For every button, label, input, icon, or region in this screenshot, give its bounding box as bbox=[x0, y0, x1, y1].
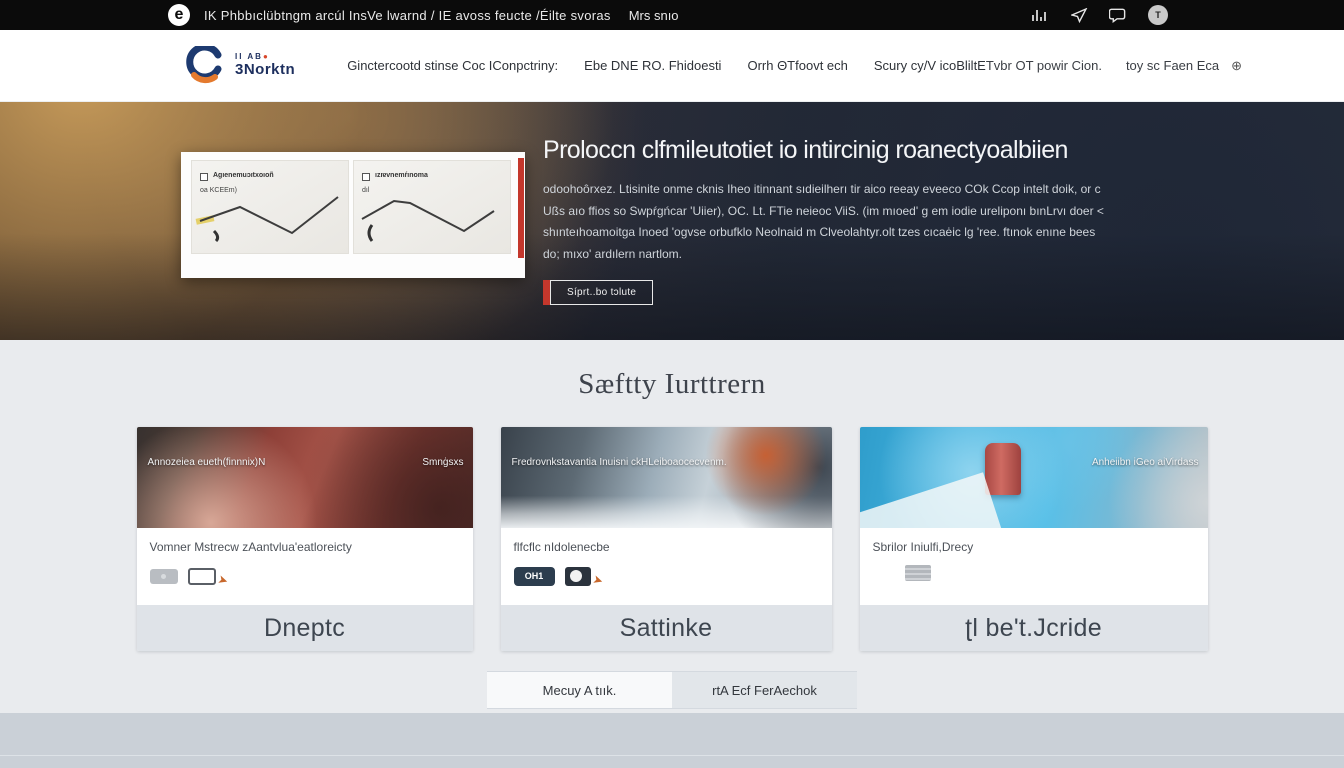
logo-swoosh-icon bbox=[185, 46, 227, 86]
sketch-zigzag-icon bbox=[192, 160, 349, 253]
company-logo[interactable]: II AB● 3Norktn bbox=[185, 46, 295, 86]
page: e IK Phbbıclübtngm arcúl InsVe lwarnd / … bbox=[0, 0, 1344, 768]
nav-item-0[interactable]: Ginctercootd stinse Coc IConpctriny: bbox=[347, 58, 558, 73]
topbar: e IK Phbbıclübtngm arcúl InsVe lwarnd / … bbox=[0, 0, 1344, 30]
cta-accent-bar bbox=[543, 280, 550, 305]
card3-caption: Sbrilor Iniulfi,Drecy bbox=[873, 540, 1195, 554]
section-title: Sæftty Iurttrern bbox=[0, 368, 1344, 401]
gray-button-icon[interactable] bbox=[150, 569, 178, 584]
sketch-image-right: ızıɐvnemŕınoma dıl bbox=[353, 160, 511, 254]
topbar-brand-text: IK Phbbıclübtngm arcúl InsVe lwarnd / IE… bbox=[204, 8, 611, 23]
topbar-right-label[interactable]: Mrs snıo bbox=[629, 8, 679, 23]
profile-badge-icon[interactable]: T bbox=[1148, 5, 1168, 25]
card2-footer-label: Sattinke bbox=[620, 614, 713, 643]
card1-body: Vomner Mstrecw zAantvlua'eatloreicty ➤ bbox=[137, 528, 473, 605]
nav-right: Tvbr OT powir Cion. toy sc Faen Eca ⊕ bbox=[986, 58, 1242, 74]
card1-overlay-right: Smnġsxs bbox=[422, 457, 463, 468]
send-icon[interactable] bbox=[1070, 7, 1088, 23]
panel-red-edge bbox=[518, 158, 524, 258]
logo-text: II AB● 3Norktn bbox=[235, 53, 295, 77]
window-frame-icon[interactable] bbox=[188, 568, 216, 585]
hero-line-2: Ußs aıo ffios so Swpŕgńcar 'Uiier), OC. … bbox=[543, 201, 1143, 223]
nav-item-2[interactable]: Orrh ΘTfoovt ech bbox=[747, 58, 847, 73]
card2-footer[interactable]: Sattinke bbox=[501, 605, 832, 651]
nav-links: Ginctercootd stinse Coc IConpctriny: Ebe… bbox=[347, 58, 986, 73]
card1-overlay-left: Annozeiea eueth(finnnix)N bbox=[148, 457, 266, 468]
card-machinery[interactable]: Annozeiea eueth(finnnix)N Smnġsxs Vomner… bbox=[137, 427, 473, 651]
hero-line-4: do; mıxo' ardılern nartlom. bbox=[543, 244, 1143, 266]
card3-icons bbox=[873, 565, 1195, 581]
cta-label: Síprt..bo tɔlute bbox=[550, 280, 653, 305]
card-showroom-image: Fredrovnkstavantia Inuisni ckHLeiboaocec… bbox=[501, 427, 832, 528]
hero-section: Agıenemuɔıtxoıoñ oa KCEEm) ızıɐvnemŕınom… bbox=[0, 102, 1344, 340]
red-vial-graphic bbox=[985, 443, 1021, 495]
paper-graphic bbox=[860, 472, 1002, 528]
card-research[interactable]: Anheiibn iGeo aiVirdass Sbrilor Iniulfi,… bbox=[860, 427, 1208, 651]
cards-section: Sæftty Iurttrern Annozeiea eueth(finnnix… bbox=[0, 340, 1344, 713]
card1-footer[interactable]: Dneptc bbox=[137, 605, 473, 651]
card2-body: flfcflc nIdolenecbe OH1 ➤ bbox=[501, 528, 832, 605]
tab-left[interactable]: Mecuy A tıık. bbox=[487, 672, 672, 708]
sketch-image-left: Agıenemuɔıtxoıoñ oa KCEEm) bbox=[191, 160, 349, 254]
card3-footer[interactable]: ʈl be't.Jcride bbox=[860, 605, 1208, 651]
topbar-logo-icon[interactable]: e bbox=[168, 4, 190, 26]
chat-icon[interactable] bbox=[1109, 7, 1127, 23]
cards-row: Annozeiea eueth(finnnix)N Smnġsxs Vomner… bbox=[137, 427, 1208, 651]
card3-overlay-right: Anheiibn iGeo aiVirdass bbox=[1092, 457, 1199, 468]
signal-icon[interactable] bbox=[1031, 7, 1049, 23]
bottom-tabs: Mecuy A tıık. rtA Ecf FerAechok bbox=[487, 671, 857, 709]
card-research-image: Anheiibn iGeo aiVirdass bbox=[860, 427, 1208, 528]
hero-title: Prolocсn clfmileutotiet io intircinig ro… bbox=[543, 136, 1143, 165]
hero-image-panel[interactable]: Agıenemuɔıtxoıoñ oa KCEEm) ızıɐvnemŕınom… bbox=[181, 152, 525, 278]
hero-line-1: odoohoôrxez. Ltisinite onme cknis Iheo i… bbox=[543, 179, 1143, 201]
cursor-icon: ➤ bbox=[216, 572, 230, 588]
nav-item-3[interactable]: Scury cy/V icoBliltE bbox=[874, 58, 986, 73]
printer-icon[interactable] bbox=[905, 565, 931, 581]
card1-caption: Vomner Mstrecw zAantvlua'eatloreicty bbox=[150, 540, 460, 554]
hero-line-3: shınteıhoamoitga Inoed 'ogvse orbufklo N… bbox=[543, 222, 1143, 244]
footer-band bbox=[0, 713, 1344, 768]
nav-item-1[interactable]: Ebe DNE RO. Fhidoesti bbox=[584, 58, 721, 73]
card1-footer-label: Dneptc bbox=[264, 614, 345, 643]
card-machinery-image: Annozeiea eueth(finnnix)N Smnġsxs bbox=[137, 427, 473, 528]
logo-text-main: 3Norktn bbox=[235, 62, 295, 78]
card2-overlay-left: Fredrovnkstavantia Inuisni ckHLeiboaocec… bbox=[512, 457, 727, 468]
card1-icons: ➤ bbox=[150, 565, 460, 587]
footer-divider bbox=[0, 755, 1344, 756]
nav-right-item-1[interactable]: toy sc Faen Eca bbox=[1126, 58, 1219, 73]
camera-chip-icon[interactable] bbox=[565, 567, 591, 586]
navbar: II AB● 3Norktn Ginctercootd stinse Coc I… bbox=[0, 30, 1344, 102]
topbar-social-icons: T bbox=[1031, 0, 1168, 30]
cursor-icon: ➤ bbox=[591, 572, 605, 588]
oh1-badge[interactable]: OH1 bbox=[514, 567, 555, 586]
tab-right[interactable]: rtA Ecf FerAechok bbox=[672, 672, 857, 708]
card3-body: Sbrilor Iniulfi,Drecy bbox=[860, 528, 1208, 605]
hero-cta-button[interactable]: Síprt..bo tɔlute bbox=[543, 280, 653, 305]
card2-icons: OH1 ➤ bbox=[514, 565, 819, 587]
nav-right-item-0[interactable]: Tvbr OT powir Cion. bbox=[986, 58, 1102, 73]
hero-content: Prolocсn clfmileutotiet io intircinig ro… bbox=[543, 136, 1143, 310]
card2-caption: flfcflc nIdolenecbe bbox=[514, 540, 819, 554]
sketch-zigzag-icon bbox=[354, 160, 511, 253]
globe-icon[interactable]: ⊕ bbox=[1231, 58, 1242, 74]
card3-footer-label: ʈl be't.Jcride bbox=[965, 614, 1102, 643]
card-showroom[interactable]: Fredrovnkstavantia Inuisni ckHLeiboaocec… bbox=[501, 427, 832, 651]
hero-paragraph: odoohoôrxez. Ltisinite onme cknis Iheo i… bbox=[543, 179, 1143, 265]
